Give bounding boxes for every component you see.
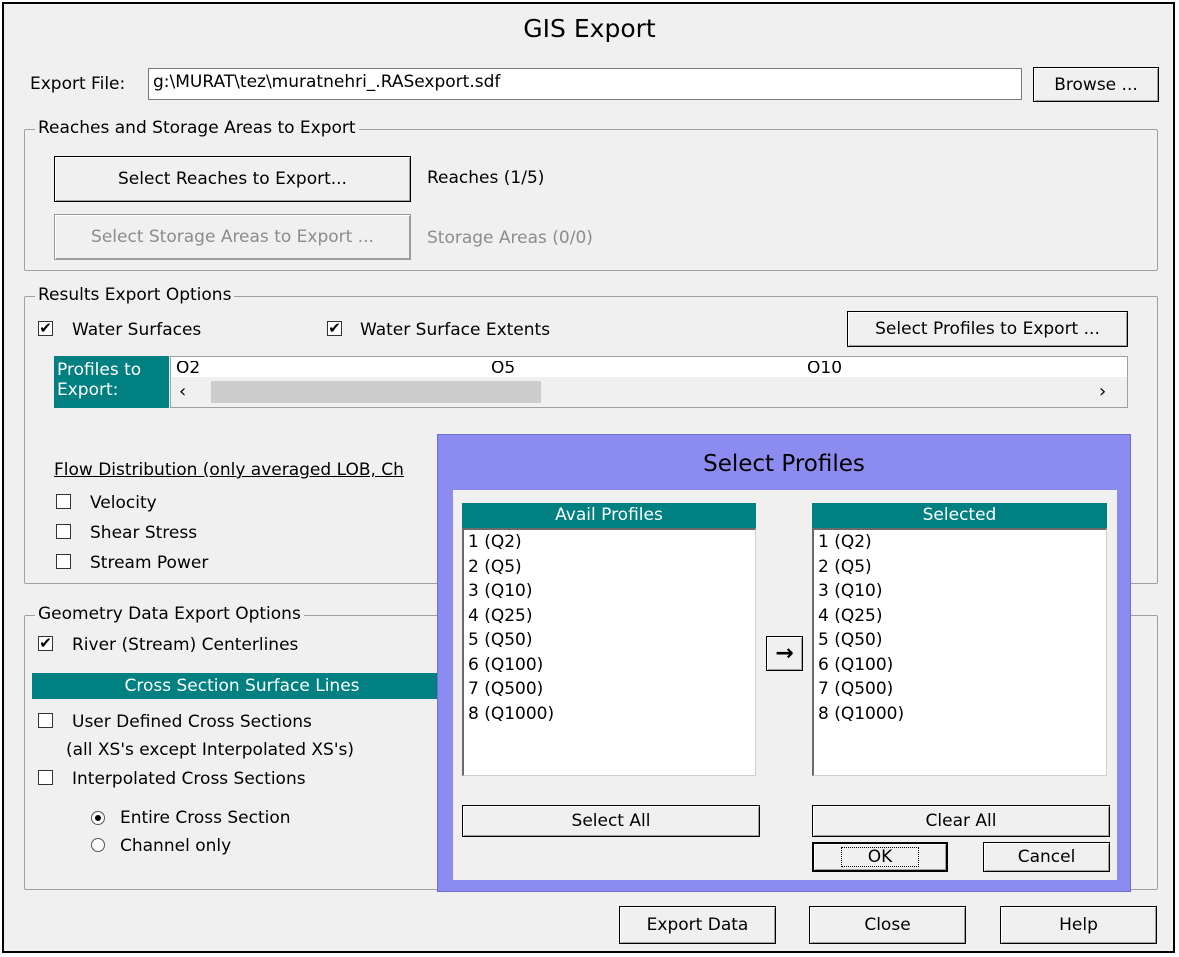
window-title: GIS Export	[523, 14, 656, 43]
water-surface-extents-checkbox[interactable]: ✔	[327, 321, 342, 336]
centerlines-label: River (Stream) Centerlines	[72, 635, 299, 655]
select-profiles-dialog: Select Profiles Avail Profiles 1 (Q2) 2 …	[437, 434, 1131, 892]
profile-cell: Q10	[807, 361, 843, 373]
entire-xs-label: Entire Cross Section	[120, 808, 291, 828]
list-item[interactable]: 4 (Q25)	[464, 604, 755, 629]
ok-label: OK	[840, 847, 920, 867]
reaches-count: Reaches (1/5)	[427, 168, 545, 188]
geometry-group-title: Geometry Data Export Options	[35, 604, 304, 624]
shear-stress-label: Shear Stress	[90, 523, 198, 543]
profile-cell: Q5	[491, 361, 516, 373]
scroll-right-icon[interactable]: ›	[1099, 381, 1106, 402]
shear-stress-checkbox[interactable]	[56, 524, 71, 539]
clear-all-button[interactable]: Clear All	[812, 805, 1110, 837]
list-item[interactable]: 1 (Q2)	[464, 530, 755, 555]
move-right-arrow-icon[interactable]: →	[766, 636, 803, 671]
ok-button[interactable]: OK	[812, 842, 948, 872]
user-defined-xs-checkbox[interactable]	[38, 713, 53, 728]
results-group-title: Results Export Options	[35, 285, 235, 305]
close-button[interactable]: Close	[809, 906, 966, 944]
avail-profiles-list[interactable]: 1 (Q2) 2 (Q5) 3 (Q10) 4 (Q25) 5 (Q50) 6 …	[462, 528, 756, 776]
centerlines-checkbox[interactable]: ✔	[38, 636, 53, 651]
list-item[interactable]: 4 (Q25)	[814, 604, 1106, 629]
select-reaches-button[interactable]: Select Reaches to Export...	[54, 156, 411, 202]
list-item[interactable]: 7 (Q500)	[814, 677, 1106, 702]
list-item[interactable]: 5 (Q50)	[814, 628, 1106, 653]
selected-profiles-list[interactable]: 1 (Q2) 2 (Q5) 3 (Q10) 4 (Q25) 5 (Q50) 6 …	[812, 528, 1107, 776]
interpolated-xs-label: Interpolated Cross Sections	[72, 769, 306, 789]
export-file-label: Export File:	[30, 74, 126, 94]
user-defined-xs-label: User Defined Cross Sections	[72, 712, 312, 732]
select-storage-areas-button[interactable]: Select Storage Areas to Export ...	[54, 214, 411, 260]
list-item[interactable]: 2 (Q5)	[464, 555, 755, 580]
velocity-label: Velocity	[90, 493, 157, 513]
export-file-input[interactable]: g:\MURAT\tez\muratnehri_.RASexport.sdf	[148, 68, 1022, 100]
user-defined-xs-note: (all XS's except Interpolated XS's)	[66, 740, 355, 760]
select-all-button[interactable]: Select All	[462, 805, 760, 837]
list-item[interactable]: 3 (Q10)	[814, 579, 1106, 604]
select-profiles-button[interactable]: Select Profiles to Export ...	[847, 311, 1128, 347]
profile-cell: Q2	[176, 361, 201, 373]
export-data-button[interactable]: Export Data	[619, 906, 776, 944]
stream-power-checkbox[interactable]	[56, 554, 71, 569]
scroll-left-icon[interactable]: ‹	[179, 381, 186, 402]
list-item[interactable]: 8 (Q1000)	[464, 702, 755, 727]
browse-button[interactable]: Browse ...	[1033, 67, 1159, 102]
list-item[interactable]: 1 (Q2)	[814, 530, 1106, 555]
list-item[interactable]: 3 (Q10)	[464, 579, 755, 604]
xs-surface-lines-header: Cross Section Surface Lines	[32, 673, 452, 699]
storage-areas-count: Storage Areas (0/0)	[427, 228, 593, 248]
velocity-checkbox[interactable]	[56, 494, 71, 509]
water-surface-extents-label: Water Surface Extents	[360, 320, 551, 340]
stream-power-label: Stream Power	[90, 553, 209, 573]
help-button[interactable]: Help	[1000, 906, 1157, 944]
entire-xs-radio[interactable]	[91, 811, 105, 825]
cancel-button[interactable]: Cancel	[983, 842, 1110, 872]
profiles-grid[interactable]: Q2 Q5 Q10 ‹ ›	[170, 356, 1128, 408]
list-item[interactable]: 8 (Q1000)	[814, 702, 1106, 727]
reaches-group-title: Reaches and Storage Areas to Export	[35, 118, 359, 138]
list-item[interactable]: 5 (Q50)	[464, 628, 755, 653]
list-item[interactable]: 7 (Q500)	[464, 677, 755, 702]
scroll-thumb[interactable]	[211, 381, 541, 403]
list-item[interactable]: 2 (Q5)	[814, 555, 1106, 580]
horizontal-scrollbar[interactable]: ‹ ›	[171, 377, 1127, 407]
select-profiles-title: Select Profiles	[703, 451, 865, 477]
list-item[interactable]: 6 (Q100)	[814, 653, 1106, 678]
water-surfaces-label: Water Surfaces	[72, 320, 202, 340]
list-item[interactable]: 6 (Q100)	[464, 653, 755, 678]
water-surfaces-checkbox[interactable]: ✔	[38, 321, 53, 336]
channel-only-label: Channel only	[120, 836, 232, 856]
selected-profiles-header: Selected	[812, 503, 1107, 528]
channel-only-radio[interactable]	[91, 838, 105, 852]
profiles-header: Profiles to Export:	[54, 356, 169, 408]
avail-profiles-header: Avail Profiles	[462, 503, 756, 528]
flow-distribution-label: Flow Distribution (only averaged LOB, Ch	[54, 460, 404, 480]
interpolated-xs-checkbox[interactable]	[38, 770, 53, 785]
